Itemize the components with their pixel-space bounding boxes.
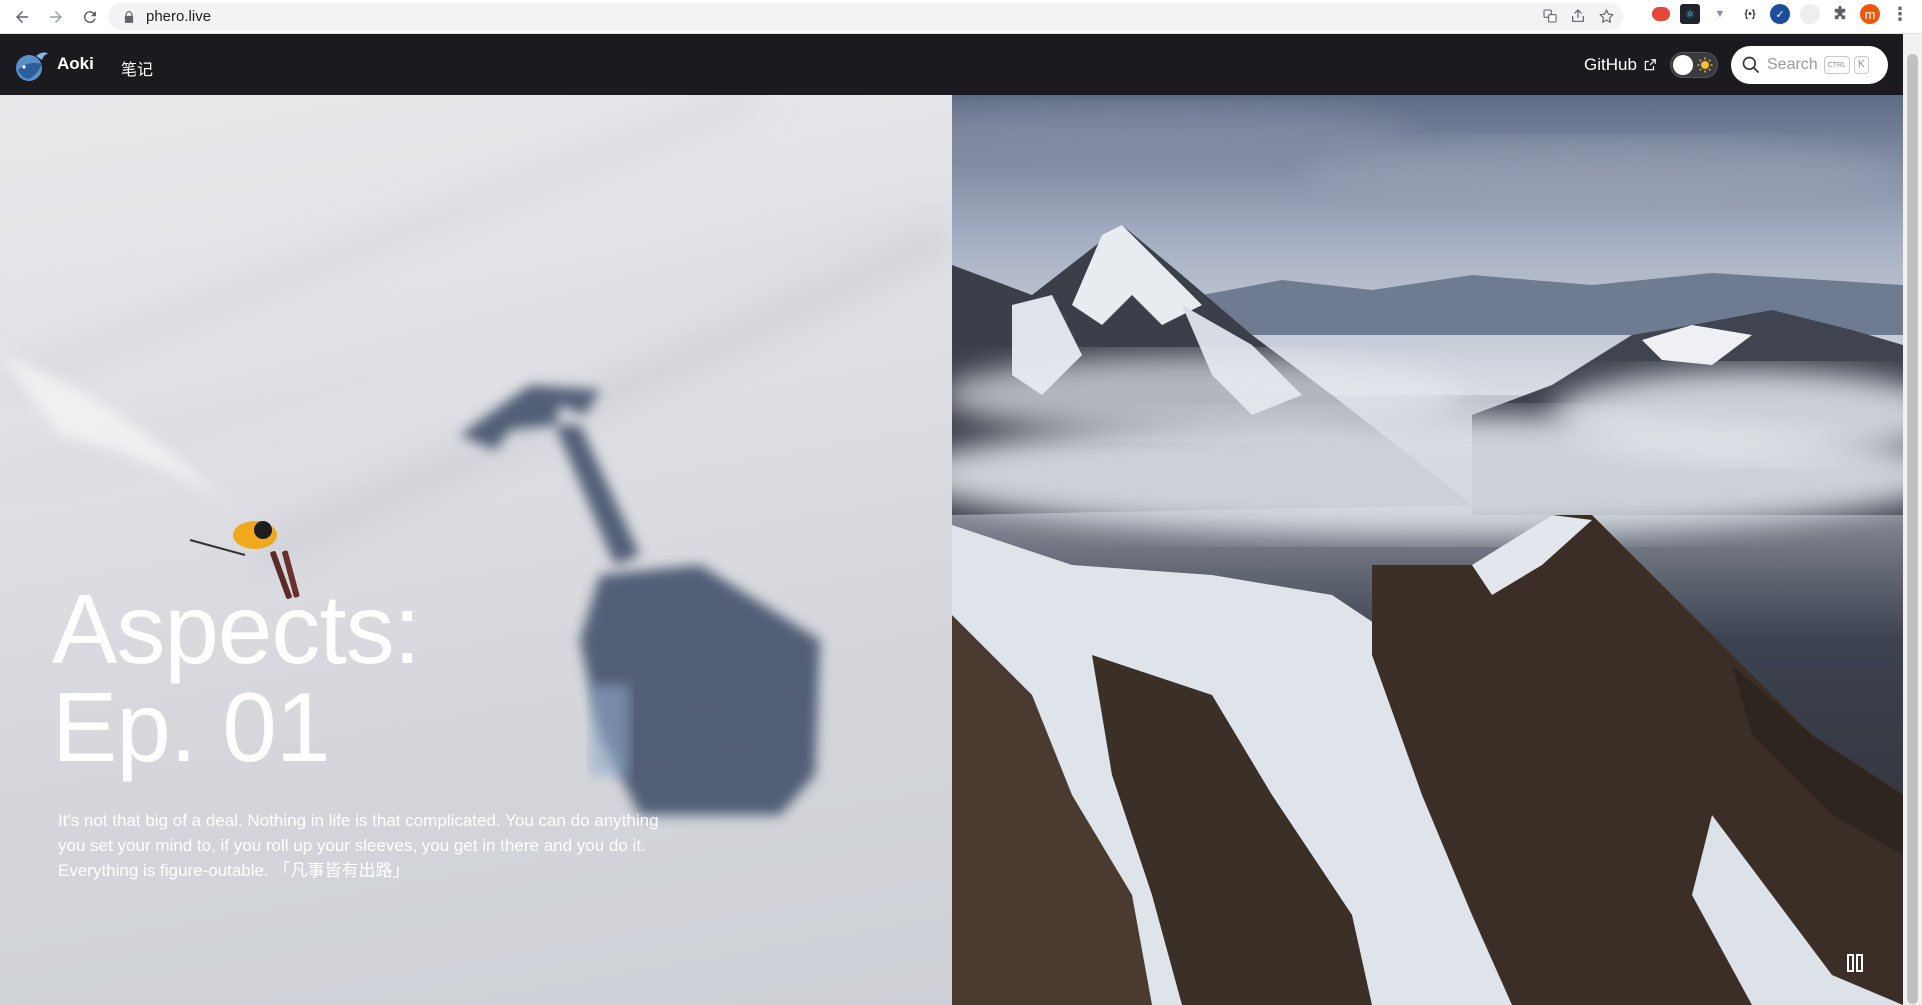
nav-link-notes[interactable]: 笔记 xyxy=(121,56,153,80)
extension-vue-icon[interactable]: ▼ xyxy=(1710,4,1730,24)
hero-image-mountains xyxy=(952,95,1903,1005)
hero-title-line-2: Ep. 01 xyxy=(52,672,330,782)
browser-toolbar: phero.live ⚛ ▼ {•} ✓ m ⋮ xyxy=(0,0,1922,34)
forward-button[interactable] xyxy=(42,3,70,31)
url-text: phero.live xyxy=(146,8,212,25)
github-link[interactable]: GitHub xyxy=(1584,55,1657,75)
extension-json-icon[interactable]: {•} xyxy=(1740,4,1760,24)
hero-quote-line-2: you set your mind to, if you roll up you… xyxy=(58,836,646,855)
reload-button[interactable] xyxy=(76,3,104,31)
forward-arrow-icon xyxy=(50,10,62,23)
mountain-illustration xyxy=(952,95,1903,1005)
back-button[interactable] xyxy=(8,3,36,31)
scrollbar-thumb[interactable] xyxy=(1907,54,1918,1004)
menu-kebab-icon[interactable]: ⋮ xyxy=(1890,4,1910,24)
extension-react-icon[interactable]: ⚛ xyxy=(1680,4,1700,24)
hero-title-line-1: Aspects: xyxy=(52,574,421,684)
github-label: GitHub xyxy=(1584,55,1637,74)
external-link-icon xyxy=(1644,59,1656,71)
shortcut-k-key: K xyxy=(1853,56,1869,74)
reload-icon xyxy=(83,10,96,23)
extension-red-icon[interactable] xyxy=(1652,7,1670,21)
back-arrow-icon xyxy=(16,10,28,23)
theme-toggle[interactable] xyxy=(1670,52,1718,78)
brand-name[interactable]: Aoki xyxy=(57,54,94,74)
hero-quote-line-1: It's not that big of a deal. Nothing in … xyxy=(58,811,659,830)
address-bar[interactable]: phero.live xyxy=(108,3,1623,30)
extensions-icon[interactable] xyxy=(1830,4,1850,24)
star-icon[interactable] xyxy=(1597,7,1615,25)
shortcut-ctrl-key: CTRL xyxy=(1823,56,1850,74)
translate-icon[interactable] xyxy=(1541,7,1559,25)
search-button[interactable]: Search CTRL K xyxy=(1731,46,1888,84)
lock-icon xyxy=(124,10,134,23)
theme-toggle-icon xyxy=(1697,57,1713,73)
toggle-knob xyxy=(1673,55,1693,75)
search-icon xyxy=(1742,56,1760,74)
page-scrollbar[interactable] xyxy=(1903,34,1922,1005)
logo-icon[interactable] xyxy=(14,48,50,82)
site-header: Aoki 笔记 GitHub Search CTRL K xyxy=(0,34,1903,95)
pause-icon[interactable] xyxy=(1846,953,1866,973)
hero-quote-line-3: Everything is figure-outable. 「凡事皆有出路」 xyxy=(58,861,410,880)
hero-title: Aspects: Ep. 01 xyxy=(52,574,421,782)
search-placeholder: Search xyxy=(1767,56,1818,73)
extension-check-icon[interactable]: ✓ xyxy=(1770,4,1790,24)
extension-circle-icon[interactable] xyxy=(1800,4,1820,24)
hero-quote: It's not that big of a deal. Nothing in … xyxy=(58,808,678,883)
profile-avatar-icon[interactable]: m xyxy=(1860,4,1880,24)
share-icon[interactable] xyxy=(1569,7,1587,25)
